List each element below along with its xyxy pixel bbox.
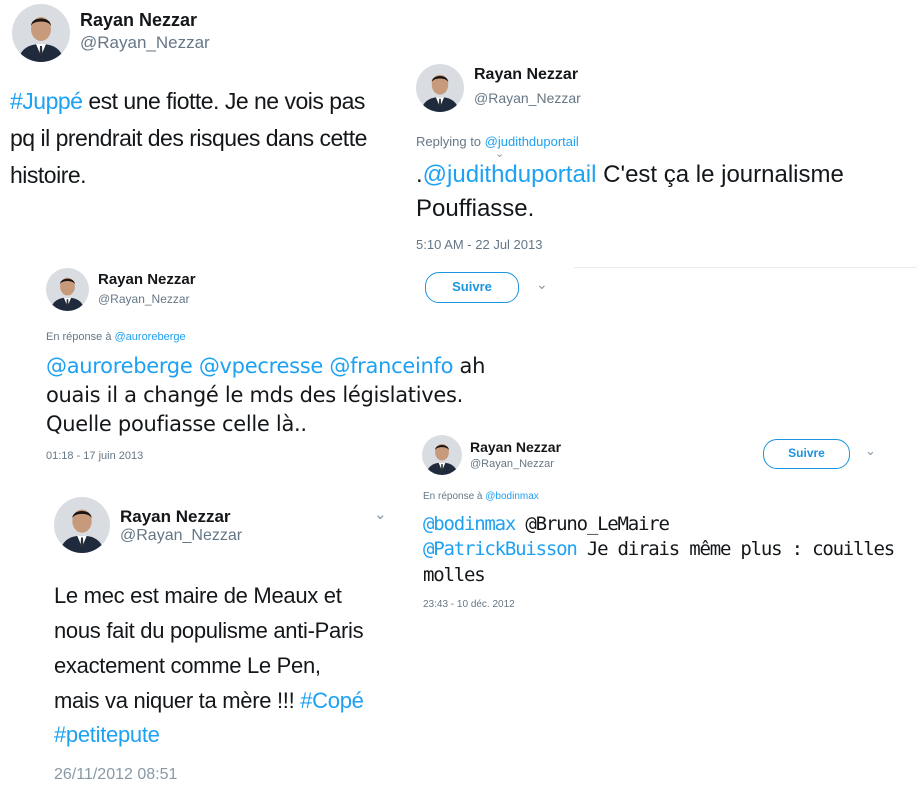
avatar-image xyxy=(12,4,70,62)
author-name[interactable]: Rayan Nezzar xyxy=(120,507,231,527)
tweet-card-2: Rayan Nezzar @Rayan_Nezzar Replying to @… xyxy=(400,55,917,270)
tweet-card-1: Rayan Nezzar @Rayan_Nezzar #Juppé est un… xyxy=(0,0,400,215)
avatar[interactable] xyxy=(54,497,110,553)
tweet-text-line-3: histoire. xyxy=(10,162,87,188)
tweet-text-line-3: molles xyxy=(423,564,486,586)
author-name[interactable]: Rayan Nezzar xyxy=(98,271,196,288)
tweet-text-line-2: ouais il a changé le mds des législative… xyxy=(46,383,464,407)
avatar[interactable] xyxy=(422,435,462,475)
avatar-image xyxy=(54,497,110,553)
avatar-image xyxy=(46,268,89,311)
tweet-text-line-1: @bodinmax @Bruno_LeMaire xyxy=(423,513,670,535)
tweet-text-line-2: @PatrickBuisson Je dirais même plus : co… xyxy=(423,538,895,560)
chevron-down-icon[interactable]: ⌄ xyxy=(536,276,548,293)
tweet-text-line-1: @auroreberge @vpecresse @franceinfo ah xyxy=(46,354,486,378)
timestamp[interactable]: 5:10 AM - 22 Jul 2013 xyxy=(416,237,542,252)
timestamp[interactable]: 01:18 - 17 juin 2013 xyxy=(46,450,143,462)
hashtag-link[interactable]: #Juppé xyxy=(10,88,83,114)
tweet-text-line-1: #Juppé est une fiotte. Je ne vois pas xyxy=(10,88,365,114)
mention-link[interactable]: @bodinmax xyxy=(423,513,516,535)
author-name[interactable]: Rayan Nezzar xyxy=(474,66,578,84)
hashtag-link[interactable]: #Copé xyxy=(300,688,364,713)
replying-to-link[interactable]: @bodinmax xyxy=(485,491,539,502)
chevron-down-icon: ⌄ xyxy=(495,148,505,160)
follow-button[interactable]: Suivre xyxy=(425,272,519,303)
mention-link[interactable]: @PatrickBuisson xyxy=(423,538,578,560)
author-handle[interactable]: @Rayan_Nezzar xyxy=(98,292,190,306)
mention-link[interactable]: @vpecresse xyxy=(199,354,323,378)
mention-link[interactable]: @judithduportail xyxy=(423,161,597,188)
tweet-card-5: Rayan Nezzar @Rayan_Nezzar ⌄ Le mec est … xyxy=(34,485,406,785)
tweet-text-line-5: #petitepute xyxy=(54,722,160,748)
follow-button[interactable]: Suivre xyxy=(763,439,850,469)
author-handle[interactable]: @Rayan_Nezzar xyxy=(120,527,242,545)
replying-to: En réponse à @auroreberge xyxy=(46,331,186,343)
tweet-text-line-1: Le mec est maire de Meaux et xyxy=(54,583,342,608)
author-name[interactable]: Rayan Nezzar xyxy=(80,10,197,31)
avatar[interactable] xyxy=(12,4,70,62)
avatar[interactable] xyxy=(416,64,464,112)
avatar[interactable] xyxy=(46,268,89,311)
avatar-image xyxy=(422,435,462,475)
replying-to: En réponse à @bodinmax xyxy=(423,491,539,502)
tweet-text-line-4: mais va niquer ta mère !!! #Copé xyxy=(54,688,364,713)
author-handle[interactable]: @Rayan_Nezzar xyxy=(80,33,210,53)
author-handle[interactable]: @Rayan_Nezzar xyxy=(474,90,581,106)
tweet-text-line-1: .@judithduportail C'est ça le journalism… xyxy=(416,161,844,188)
replying-to-link[interactable]: @auroreberge xyxy=(115,331,186,343)
tweet-text-line-2: Pouffiasse. xyxy=(416,195,535,222)
avatar-image xyxy=(416,64,464,112)
author-name[interactable]: Rayan Nezzar xyxy=(470,439,561,455)
hashtag-link[interactable]: #petitepute xyxy=(54,722,160,747)
mention-link[interactable]: @franceinfo xyxy=(329,354,453,378)
timestamp[interactable]: 23:43 - 10 déc. 2012 xyxy=(423,599,515,610)
tweet-text-line-2: pq il prendrait des risques dans cette xyxy=(10,125,367,151)
tweet-card-4: Rayan Nezzar @Rayan_Nezzar Suivre ⌄ En r… xyxy=(408,422,917,622)
mention-link[interactable]: @auroreberge xyxy=(46,354,193,378)
chevron-down-icon[interactable]: ⌄ xyxy=(374,505,387,523)
chevron-down-icon[interactable]: ⌄ xyxy=(865,443,876,459)
author-handle[interactable]: @Rayan_Nezzar xyxy=(470,458,554,470)
tweet-text-line-2: nous fait du populisme anti-Paris xyxy=(54,618,364,643)
tweet-text-line-3: exactement comme Le Pen, xyxy=(54,653,321,678)
timestamp[interactable]: 26/11/2012 08:51 xyxy=(54,766,177,784)
tweet-text-line-3: Quelle poufiasse celle là.. xyxy=(46,412,307,436)
